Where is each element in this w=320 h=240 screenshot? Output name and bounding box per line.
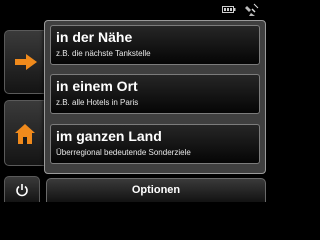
arrow-right-icon — [15, 54, 37, 70]
menu-item-in-city[interactable]: in einem Ort z.B. alle Hotels in Paris — [50, 74, 260, 114]
poi-search-popup: in der Nähe z.B. die nächste Tankstelle … — [44, 20, 266, 174]
menu-item-title: in der Nähe — [56, 29, 133, 45]
menu-item-subtitle: Überregional bedeutende Sonderziele — [56, 148, 191, 157]
menu-item-subtitle: z.B. die nächste Tankstelle — [56, 49, 151, 58]
navigation-screen: N in der Nähe z.B. die nächste Tankstell… — [0, 0, 270, 202]
power-icon — [16, 184, 28, 197]
power-button[interactable] — [4, 176, 40, 202]
menu-item-title: in einem Ort — [56, 78, 138, 94]
menu-item-title: im ganzen Land — [56, 128, 162, 144]
menu-item-whole-country[interactable]: im ganzen Land Überregional bedeutende S… — [50, 124, 260, 164]
menu-item-nearby[interactable]: in der Nähe z.B. die nächste Tankstelle — [50, 25, 260, 65]
satellite-icon — [245, 3, 259, 16]
home-icon — [15, 124, 35, 144]
status-bar — [0, 0, 270, 20]
options-button[interactable]: Optionen — [46, 178, 266, 202]
battery-icon — [222, 6, 236, 13]
menu-item-subtitle: z.B. alle Hotels in Paris — [56, 98, 139, 107]
